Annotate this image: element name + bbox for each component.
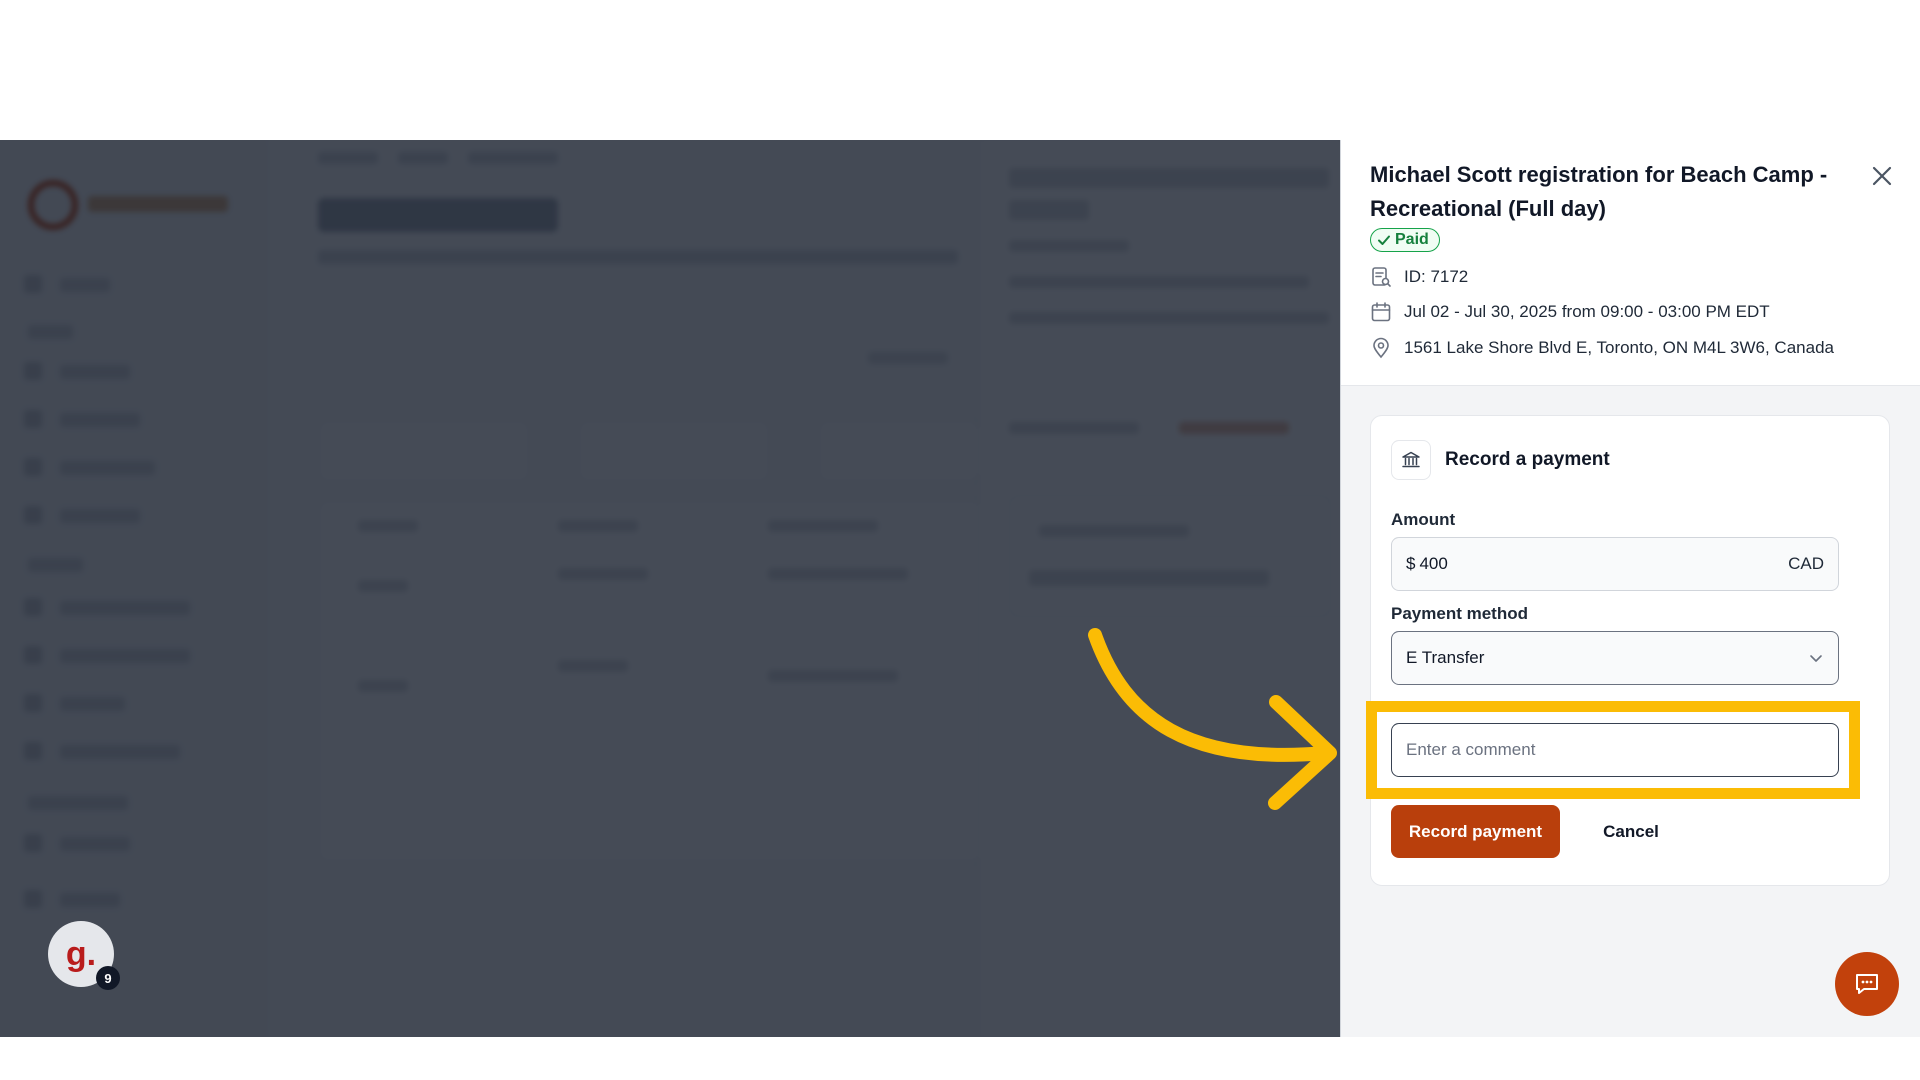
location-row: 1561 Lake Shore Blvd E, Toronto, ON M4L … <box>1370 334 1834 362</box>
payment-method-label: Payment method <box>1391 604 1528 623</box>
avatar-letter: g. <box>65 934 97 973</box>
map-pin-icon <box>1373 337 1389 359</box>
cancel-button[interactable]: Cancel <box>1581 805 1681 858</box>
date-row: Jul 02 - Jul 30, 2025 from 09:00 - 03:00… <box>1370 298 1770 326</box>
drawer-title: Michael Scott registration for Beach Cam… <box>1370 162 1828 221</box>
payment-method-value: E Transfer <box>1406 648 1485 667</box>
comment-input[interactable] <box>1391 723 1839 777</box>
session-location: 1561 Lake Shore Blvd E, Toronto, ON M4L … <box>1404 338 1834 357</box>
registration-id: ID: 7172 <box>1404 267 1469 286</box>
chevron-down-icon <box>1810 655 1822 662</box>
record-payment-header: Record a payment <box>1391 440 1610 480</box>
record-payment-button[interactable]: Record payment <box>1391 805 1560 858</box>
screenshot-frame: Michael Scott registration for Beach Cam… <box>0 140 1920 1037</box>
status-badge-label: Paid <box>1395 231 1429 248</box>
notification-count-badge: 9 <box>96 966 120 990</box>
registration-drawer: Michael Scott registration for Beach Cam… <box>1340 140 1920 1037</box>
payment-method-select[interactable]: E Transfer <box>1391 631 1839 685</box>
amount-value: 400 <box>1419 554 1448 573</box>
currency-code: CAD <box>1788 554 1824 573</box>
chat-icon <box>1856 974 1878 994</box>
check-icon <box>1378 235 1390 245</box>
amount-label: Amount <box>1391 510 1456 529</box>
calendar-icon <box>1371 302 1391 322</box>
session-dates: Jul 02 - Jul 30, 2025 from 09:00 - 03:00… <box>1404 302 1770 321</box>
bank-icon <box>1402 451 1420 468</box>
close-icon <box>1872 166 1892 186</box>
receipt-search-icon <box>1372 267 1391 287</box>
currency-symbol: $ <box>1406 554 1416 573</box>
registration-id-row: ID: 7172 <box>1370 263 1468 291</box>
bank-icon-box <box>1391 440 1431 480</box>
amount-field[interactable]: $ 400 CAD <box>1391 537 1839 591</box>
drawer-header: Michael Scott registration for Beach Cam… <box>1341 140 1920 386</box>
record-payment-title: Record a payment <box>1445 449 1610 470</box>
chat-button[interactable] <box>1835 952 1899 1016</box>
record-payment-card: Record a payment Amount $ 400 CAD Paymen… <box>1370 415 1890 886</box>
status-badge: Paid <box>1370 228 1440 252</box>
close-button[interactable] <box>1868 162 1896 190</box>
